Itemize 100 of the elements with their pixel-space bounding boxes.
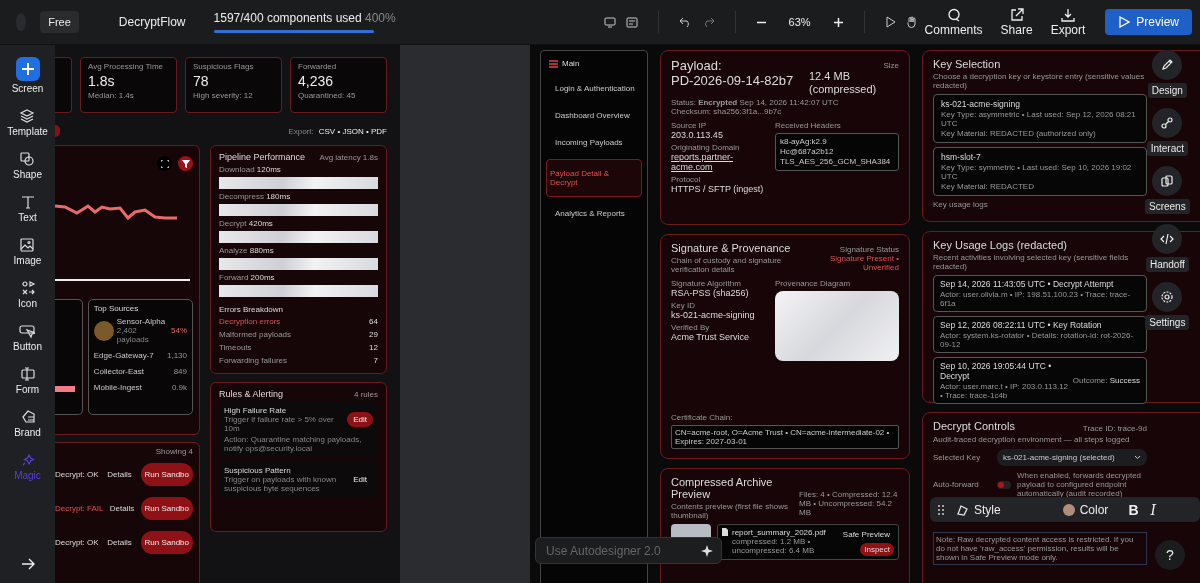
usage-percent: 400%: [365, 11, 396, 25]
rule-count: 4 rules: [354, 390, 378, 399]
stage-time: 180ms: [266, 192, 291, 201]
brush-icon: [956, 503, 969, 516]
stage-name: Forward: [219, 273, 249, 282]
field-label: Selected Key: [933, 453, 982, 462]
run-sandbox-button[interactable]: Run Sandbo: [140, 496, 193, 520]
nav-item[interactable]: Incoming Payloads: [546, 132, 642, 153]
decrypt-status: Decrypt: OK: [55, 537, 99, 547]
stage-name: Decrypt: [219, 219, 247, 228]
access-note: Note: Raw decrypted content access is restricted. If you do not have 'raw_access' permission, results will be shown in Safe Preview mode only.: [933, 532, 1147, 565]
field-label: Signature Algorithm: [671, 279, 742, 288]
tool-button[interactable]: Image: [13, 237, 42, 266]
nav-item[interactable]: Payload Detail & Decrypt: [546, 159, 642, 197]
field-label: Verified By: [671, 323, 711, 332]
key-option[interactable]: hsm-slot-7 Key Type: symmetric • Last used: Sep 10, 2026 19:02 UTC Key Material: REDACTED: [933, 147, 1147, 196]
pointer-icon[interactable]: [884, 16, 896, 28]
bold-button[interactable]: B: [1128, 501, 1139, 518]
pencil-icon: [1160, 58, 1175, 72]
stage-name: Decompress: [219, 192, 264, 201]
stat-label: Suspicious Flags: [193, 62, 255, 71]
tool-button[interactable]: Shape: [13, 151, 42, 180]
log-event: Sep 12, 2026 08:22:11 UTC • Key Rotation: [940, 320, 1103, 330]
layout-icon[interactable]: [625, 16, 638, 28]
section-title: Errors Breakdown: [219, 305, 285, 314]
error-label: Forwarding failures: [219, 356, 288, 365]
format-button[interactable]: Color: [1062, 502, 1109, 517]
certificate-chain-field: CN=acme-root, O=Acme Trust • CN=acme-intermediate-02 • Expires: 2027-03-01: [671, 425, 899, 449]
details-link[interactable]: Details: [109, 503, 135, 513]
tool-button[interactable]: Template: [7, 108, 48, 137]
rule-name: Suspicious Pattern: [224, 466, 292, 475]
rail-label: Interact: [1146, 141, 1188, 156]
drag-handle-icon[interactable]: [938, 504, 944, 515]
domain-link[interactable]: reports.partner-acme.com: [671, 152, 769, 172]
badge: [55, 125, 60, 137]
sparkle-icon[interactable]: [701, 544, 713, 557]
stat-value: 4,236: [298, 73, 335, 89]
filter-icon[interactable]: [178, 156, 193, 171]
card-title: Compressed Archive Preview: [671, 476, 774, 500]
decrypt-status: Decrypt: OK: [55, 469, 99, 479]
run-sandbox-button[interactable]: Run Sandbo: [140, 530, 193, 554]
undo-icon[interactable]: [678, 16, 692, 28]
rule-name: High Failure Rate: [224, 406, 288, 415]
payload-size: 12.4 MB (compressed): [809, 70, 878, 96]
error-label: Malformed payloads: [219, 330, 292, 339]
prompt-field[interactable]: Use Autodesigner 2.0: [544, 542, 701, 559]
source-count: 0.9k: [171, 382, 187, 392]
expand-icon[interactable]: [157, 156, 172, 171]
nav-item[interactable]: Login & Authentication: [546, 78, 642, 99]
preview-button[interactable]: Preview: [1105, 9, 1192, 35]
edit-button[interactable]: Edit: [347, 412, 373, 427]
decrypt-status: Decrypt: FAIL: [55, 503, 104, 513]
stat-value: 78: [193, 73, 210, 89]
card-title: Signature & Provenance: [671, 242, 792, 254]
code-icon: [1160, 232, 1175, 246]
menu-icon[interactable]: [549, 59, 558, 68]
italic-button[interactable]: I: [1150, 501, 1157, 518]
toolbar-button[interactable]: Export: [1042, 7, 1094, 37]
tool-button[interactable]: Form: [15, 366, 40, 395]
tool-button[interactable]: Button: [13, 323, 42, 352]
desktop-icon[interactable]: [603, 16, 616, 28]
auto-forward-toggle[interactable]: [997, 480, 1011, 489]
details-link[interactable]: Details: [107, 469, 132, 479]
key-usage-label: Key usage logs: [933, 200, 989, 209]
hand-icon[interactable]: [905, 16, 917, 28]
nav-heading: Main: [562, 59, 580, 68]
field-value: ks-021-acme-signing: [671, 310, 756, 320]
tool-button[interactable]: Text: [18, 194, 37, 223]
key-option[interactable]: ks-021-acme-signing Key Type: asymmetric • Last used: Sep 12, 2026 08:21 UTC Key Material: REDACTED (authorized only): [933, 94, 1147, 143]
tool-button[interactable]: Icon: [18, 280, 37, 309]
card-subtitle: Chain of custody and signature verification details: [671, 256, 783, 274]
nav-item[interactable]: Dashboard Overview: [546, 105, 642, 126]
file-action-button[interactable]: Safe Preview: [838, 528, 894, 541]
toolbar-button[interactable]: Comments: [916, 7, 991, 37]
key-dropdown[interactable]: ks-021-acme-signing (selected): [997, 449, 1147, 466]
file-action-button[interactable]: Inspect: [860, 543, 894, 556]
edit-button[interactable]: Edit: [347, 472, 373, 487]
nav-item[interactable]: Analytics & Reports: [546, 203, 642, 224]
header-line: k8-ayAg:k2.9: [780, 137, 828, 147]
details-link[interactable]: Details: [107, 537, 132, 547]
zoom-in-icon[interactable]: [832, 16, 844, 28]
tool-button[interactable]: Brand: [14, 409, 41, 438]
settings-icon: [1160, 290, 1175, 304]
project-name[interactable]: DecryptFlow: [118, 15, 186, 29]
source-share: 54%: [171, 326, 187, 335]
card-subtitle: Audit-traced decryption environment — all steps logged: [933, 435, 1131, 444]
arrow-right-icon[interactable]: [20, 558, 35, 570]
error-count: 12: [369, 343, 378, 352]
autodesigner-field[interactable]: Use Autodesigner 2.0: [535, 537, 722, 564]
format-button[interactable]: Style: [956, 502, 1001, 517]
tool-button[interactable]: Screen: [11, 57, 44, 94]
panel-title: Pipeline Performance: [219, 152, 306, 162]
run-sandbox-button[interactable]: Run Sandbo: [140, 462, 193, 486]
export-formats[interactable]: CSV • JSON • PDF: [318, 126, 387, 136]
signature-status: Signature Present • Unverified: [828, 254, 899, 272]
payload-id: PD-2026-09-14-82b7: [671, 73, 794, 88]
field-label: Signature Status: [838, 245, 899, 254]
field-label: Protocol: [671, 175, 702, 184]
toolbar-button[interactable]: Share: [992, 7, 1041, 37]
symbols-icon: [19, 280, 36, 296]
